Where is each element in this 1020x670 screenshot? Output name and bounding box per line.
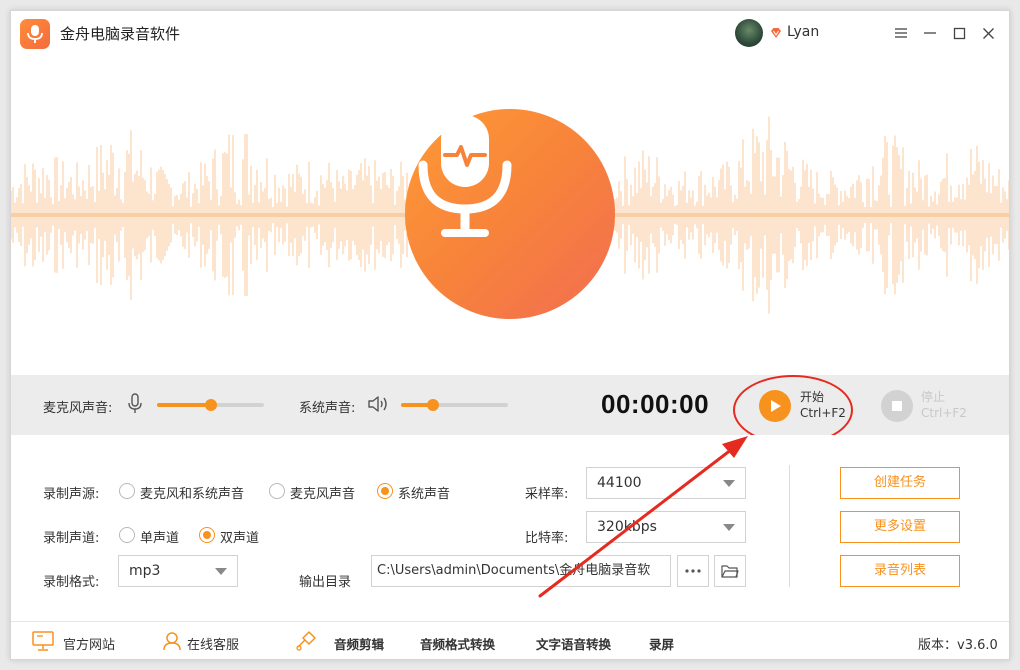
mic-small-icon <box>128 393 142 413</box>
output-path-field[interactable]: C:\Users\admin\Documents\金舟电脑录音软 <box>371 555 671 587</box>
format-select[interactable]: mp3 <box>118 555 238 587</box>
stop-icon <box>892 401 902 411</box>
system-volume-slider[interactable] <box>401 399 508 411</box>
channel-label: 录制声道: <box>43 531 100 546</box>
channel-radio-mono[interactable] <box>119 527 135 543</box>
mic-volume-fill <box>157 403 211 407</box>
chevron-down-icon <box>723 524 735 531</box>
more-settings-button[interactable]: 更多设置 <box>840 511 960 543</box>
stop-record-button[interactable] <box>881 390 913 422</box>
sample-rate-label: 采样率: <box>525 487 569 502</box>
settings-panel: 录制声源: 麦克风和系统声音 麦克风声音 系统声音 录制声道: 单声道 双声道 … <box>11 435 1009 621</box>
chevron-down-icon <box>215 568 227 575</box>
footer-screen-record-link[interactable]: 录屏 <box>649 634 674 653</box>
user-avatar[interactable] <box>735 19 763 47</box>
user-name[interactable]: Lyan <box>787 24 819 40</box>
bitrate-label: 比特率: <box>525 531 569 546</box>
footer-support-link[interactable]: 在线客服 <box>187 634 239 653</box>
source-label: 录制声源: <box>43 487 100 502</box>
minimize-icon[interactable] <box>920 23 940 43</box>
footer-bar: 官方网站 在线客服 音频剪辑 音频格式转换 文字语音转换 录屏 版本：v3.6.… <box>11 621 1009 659</box>
stop-record-label[interactable]: 停止 Ctrl+F2 <box>921 389 967 421</box>
mic-volume-label: 麦克风声音: <box>43 401 113 416</box>
stop-shortcut: Ctrl+F2 <box>921 406 967 420</box>
create-task-button[interactable]: 创建任务 <box>840 467 960 499</box>
app-title: 金舟电脑录音软件 <box>60 25 181 43</box>
folder-icon <box>721 564 739 578</box>
waveform-area <box>11 57 1009 375</box>
system-volume-label: 系统声音: <box>299 401 356 416</box>
close-icon[interactable] <box>978 23 998 43</box>
vip-diamond-icon <box>771 28 781 38</box>
channel-option-label[interactable]: 双声道 <box>220 527 259 546</box>
format-value: mp3 <box>129 563 161 579</box>
customer-service-icon[interactable] <box>161 630 183 652</box>
source-radio-system[interactable] <box>377 483 393 499</box>
monitor-icon[interactable] <box>31 630 55 652</box>
vertical-divider <box>789 465 790 587</box>
app-window: 金舟电脑录音软件 Lyan 麦克风声音: 系统声音: 00:00:00 开始 C… <box>10 10 1010 660</box>
app-logo-icon <box>20 19 50 49</box>
control-bar: 麦克风声音: 系统声音: 00:00:00 开始 Ctrl+F2 停止 Ctrl… <box>11 375 1009 445</box>
version-label: 版本：v3.6.0 <box>918 638 998 653</box>
bitrate-value: 320kbps <box>597 519 657 535</box>
source-radio-mic-and-system[interactable] <box>119 483 135 499</box>
sample-rate-select[interactable]: 44100 <box>586 467 746 499</box>
source-option-label[interactable]: 麦克风声音 <box>290 483 355 502</box>
open-folder-button[interactable] <box>714 555 746 587</box>
mic-volume-knob[interactable] <box>204 399 217 411</box>
bitrate-select[interactable]: 320kbps <box>586 511 746 543</box>
menu-icon[interactable] <box>891 23 911 43</box>
record-list-button[interactable]: 录音列表 <box>840 555 960 587</box>
browse-more-button[interactable] <box>677 555 709 587</box>
format-label: 录制格式: <box>43 575 100 590</box>
stop-text: 停止 <box>921 390 946 404</box>
output-dir-label: 输出目录 <box>299 575 352 590</box>
system-volume-knob[interactable] <box>427 399 440 411</box>
source-option-label[interactable]: 麦克风和系统声音 <box>140 483 244 502</box>
footer-website-link[interactable]: 官方网站 <box>63 634 115 653</box>
source-option-label[interactable]: 系统声音 <box>398 483 450 502</box>
mic-volume-slider[interactable] <box>157 399 264 411</box>
sample-rate-value: 44100 <box>597 475 642 491</box>
record-timer: 00:00:00 <box>601 389 710 419</box>
ellipsis-icon <box>685 569 701 573</box>
footer-audio-edit-link[interactable]: 音频剪辑 <box>334 634 384 653</box>
source-radio-mic[interactable] <box>269 483 285 499</box>
maximize-icon[interactable] <box>949 23 969 43</box>
audio-edit-icon[interactable] <box>295 630 317 652</box>
footer-tts-link[interactable]: 文字语音转换 <box>536 634 611 653</box>
microphone-icon <box>405 109 615 319</box>
chevron-down-icon <box>723 480 735 487</box>
speaker-icon <box>368 396 387 412</box>
footer-format-convert-link[interactable]: 音频格式转换 <box>420 634 495 653</box>
title-bar: 金舟电脑录音软件 Lyan <box>11 11 1009 57</box>
channel-option-label[interactable]: 单声道 <box>140 527 179 546</box>
channel-radio-stereo[interactable] <box>199 527 215 543</box>
